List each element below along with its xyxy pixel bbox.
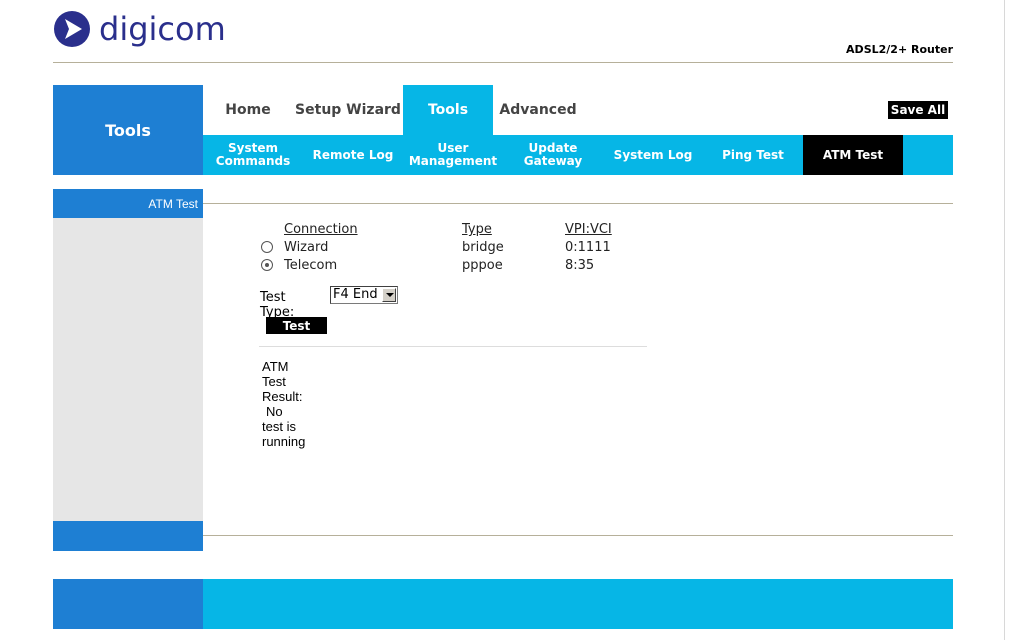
header-divider bbox=[53, 62, 953, 63]
tab-tools[interactable]: Tools bbox=[403, 85, 493, 135]
connection-type: pppoe bbox=[462, 258, 503, 273]
sub-nav: System Commands Remote Log User Manageme… bbox=[203, 135, 953, 175]
subnav-system-log[interactable]: System Log bbox=[603, 135, 703, 175]
section-title: Tools bbox=[53, 85, 203, 175]
column-header-vpivci: VPI:VCI bbox=[565, 222, 612, 237]
test-type-value: F4 End bbox=[333, 287, 378, 302]
test-button[interactable]: Test bbox=[266, 317, 327, 334]
tab-home[interactable]: Home bbox=[203, 85, 293, 135]
connection-radio-telecom[interactable] bbox=[261, 259, 273, 271]
subnav-remote-log[interactable]: Remote Log bbox=[303, 135, 403, 175]
result-value: No test is running bbox=[262, 404, 306, 449]
digicom-logo-icon bbox=[54, 11, 90, 47]
connection-vpivci: 8:35 bbox=[565, 258, 595, 273]
tab-setup-wizard[interactable]: Setup Wizard bbox=[293, 85, 403, 135]
tab-advanced[interactable]: Advanced bbox=[493, 85, 583, 135]
window-scrollbar-edge bbox=[1004, 0, 1022, 640]
chevron-down-icon[interactable] bbox=[382, 288, 396, 302]
subnav-atm-test[interactable]: ATM Test bbox=[803, 135, 903, 175]
column-header-connection: Connection bbox=[284, 222, 358, 237]
content-top-divider bbox=[203, 203, 953, 204]
sidebar-item-atm-test[interactable]: ATM Test bbox=[53, 189, 203, 218]
connection-name: Wizard bbox=[284, 240, 329, 255]
subnav-system-commands[interactable]: System Commands bbox=[203, 135, 303, 175]
result-label: ATM Test Result: bbox=[262, 359, 303, 404]
column-header-type: Type bbox=[462, 222, 492, 237]
result-separator bbox=[259, 346, 647, 347]
connection-type: bridge bbox=[462, 240, 504, 255]
connection-name: Telecom bbox=[284, 258, 338, 273]
subnav-update-gateway[interactable]: Update Gateway bbox=[503, 135, 603, 175]
content-bottom-divider bbox=[203, 535, 953, 536]
atm-test-result: ATM Test Result: No test is running bbox=[262, 359, 305, 449]
sidebar-footer bbox=[53, 521, 203, 551]
brand-logo: digicom bbox=[53, 9, 226, 49]
footer-left-bar bbox=[53, 579, 203, 629]
subnav-ping-test[interactable]: Ping Test bbox=[703, 135, 803, 175]
top-nav: Home Setup Wizard Tools Advanced bbox=[203, 85, 583, 135]
brand-name: digicom bbox=[99, 10, 226, 48]
product-name: ADSL2/2+ Router bbox=[846, 43, 953, 56]
save-all-button[interactable]: Save All bbox=[888, 101, 948, 119]
test-type-label: Test Type: bbox=[260, 290, 295, 320]
footer-right-bar bbox=[203, 579, 953, 629]
test-type-select[interactable]: F4 End bbox=[330, 286, 398, 304]
subnav-user-management[interactable]: User Management bbox=[403, 135, 503, 175]
connection-radio-wizard[interactable] bbox=[261, 241, 273, 253]
sidebar: ATM Test bbox=[53, 189, 203, 551]
connection-vpivci: 0:1111 bbox=[565, 240, 611, 255]
